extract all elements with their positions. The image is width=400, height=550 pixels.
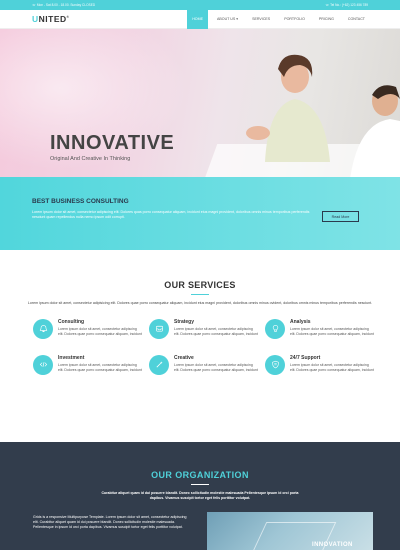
- lightbulb-icon: [265, 318, 285, 339]
- hero-tagline: Original And Creative In Thinking: [50, 156, 131, 162]
- service-strategy: Strategy Lorem ipsum dolor sit amet, cons…: [149, 318, 264, 339]
- service-text: Lorem ipsum dolor sit amet, consectetur …: [174, 327, 258, 337]
- hero-man-image: [350, 85, 400, 177]
- service-creative: Creative Lorem ipsum dolor sit amet, cons…: [149, 354, 264, 375]
- service-text: Lorem ipsum dolor sit amet, consectetur …: [290, 327, 374, 337]
- services-heading: OUR SERVICES: [164, 280, 236, 290]
- consulting-banner: BEST BUSINESS CONSULTING Lorem ipsum dol…: [0, 177, 400, 250]
- organization-heading: OUR ORGANIZATION: [151, 470, 249, 480]
- heading-underline: [191, 294, 209, 296]
- nav-portfolio[interactable]: Portfolio: [279, 10, 310, 29]
- service-text: Lorem ipsum dolor sit amet, consectetur …: [290, 363, 374, 373]
- service-title: Analysis: [290, 318, 311, 325]
- service-support: 24/7 Support Lorem ipsum dolor sit amet, …: [265, 354, 380, 375]
- service-title: 24/7 Support: [290, 354, 321, 361]
- shield-icon: [265, 354, 285, 375]
- service-text: Lorem ipsum dolor sit amet, consectetur …: [58, 327, 142, 337]
- heading-underline: [191, 484, 209, 486]
- hero-title: INNOVATIVE: [50, 132, 175, 154]
- services-grid: Consulting Lorem ipsum dolor sit amet, co…: [0, 307, 400, 375]
- phone-number-text: ☏ Tel No.: (+62) 123 456 789: [325, 3, 368, 7]
- organization-image: INNOVATION: [207, 512, 373, 550]
- service-investment: Investment Lorem ipsum dolor sit amet, co…: [33, 354, 148, 375]
- main-navbar: UNITED® Home About Us ▾ Services Portfol…: [0, 9, 400, 29]
- consulting-text: Lorem ipsum dolor sit amet, consectetur …: [32, 210, 310, 219]
- nav-menu: Home About Us ▾ Services Portfolio Prici…: [183, 9, 370, 29]
- organization-section: OUR ORGANIZATION Curabitur aliquet quam …: [0, 442, 400, 550]
- service-text: Lorem ipsum dolor sit amet, consectetur …: [58, 363, 142, 373]
- top-info-bar: ☏ Mon - Sat 8.00 - 18.00. Sunday CLOSED …: [0, 0, 400, 10]
- consulting-heading: BEST BUSINESS CONSULTING: [32, 198, 129, 205]
- hero-banner: INNOVATIVE Original And Creative In Thin…: [0, 29, 400, 177]
- bell-icon: [33, 318, 53, 339]
- service-title: Creative: [174, 354, 194, 361]
- image-caption: INNOVATION: [312, 542, 353, 548]
- nav-about-us[interactable]: About Us ▾: [212, 10, 243, 29]
- organization-body-text: Grids is a responsive Multipurpose Templ…: [33, 515, 187, 530]
- organization-subtitle: Curabitur aliquet quam id dui posuere bl…: [101, 491, 299, 501]
- opening-hours-text: ☏ Mon - Sat 8.00 - 18.00. Sunday CLOSED: [32, 3, 96, 7]
- service-text: Lorem ipsum dolor sit amet, consectetur …: [174, 363, 258, 373]
- service-analysis: Analysis Lorem ipsum dolor sit amet, cons…: [265, 318, 380, 339]
- service-title: Investment: [58, 354, 85, 361]
- site-logo[interactable]: UNITED®: [32, 14, 69, 24]
- services-intro: Lorem ipsum dolor sit amet, consectetur …: [27, 301, 373, 306]
- inbox-icon: [149, 318, 169, 339]
- nav-pricing[interactable]: Pricing: [314, 10, 339, 29]
- services-section: OUR SERVICES Lorem ipsum dolor sit amet,…: [0, 250, 400, 375]
- nav-contact[interactable]: Contact: [343, 10, 370, 29]
- hero-woman-image: [246, 54, 330, 162]
- service-title: Strategy: [174, 318, 195, 325]
- service-consulting: Consulting Lorem ipsum dolor sit amet, co…: [33, 318, 148, 339]
- service-title: Consulting: [58, 318, 85, 325]
- read-more-button[interactable]: Read More: [322, 211, 359, 222]
- nav-home[interactable]: Home: [187, 9, 208, 29]
- nav-services[interactable]: Services: [247, 10, 275, 29]
- magic-wand-icon: [149, 354, 169, 375]
- code-icon: [33, 354, 53, 375]
